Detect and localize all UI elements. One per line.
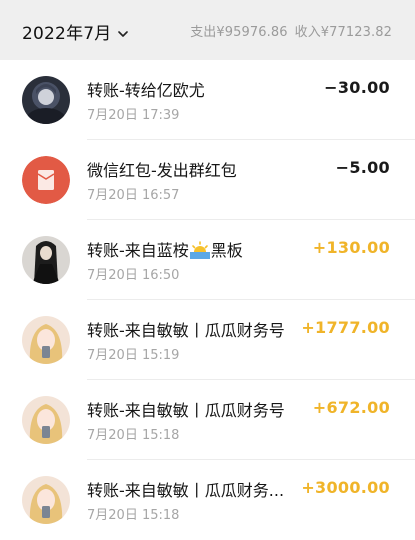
- title-text: 黑板: [210, 241, 243, 260]
- sunrise-icon: [189, 241, 210, 263]
- user-avatar: [22, 396, 70, 444]
- transaction-time: 7月20日 17:39: [87, 108, 180, 123]
- expense-total: 支出¥95976.86: [190, 25, 288, 40]
- user-avatar: [22, 236, 70, 284]
- transaction-amount: +1777.00: [301, 318, 390, 337]
- transaction-title: 转账-来自敏敏丨瓜瓜财务号: [87, 321, 285, 340]
- transaction-title: 微信红包-发出群红包: [87, 161, 237, 180]
- transaction-amount: +3000.00: [301, 478, 390, 497]
- transaction-row[interactable]: 转账-来自敏敏丨瓜瓜财务号 7月20日 15:19 +1777.00: [0, 300, 415, 380]
- title-text: 转账-来自蓝桉: [87, 241, 189, 260]
- user-avatar: [22, 316, 70, 364]
- user-avatar: [22, 76, 70, 124]
- transaction-title: 转账-来自蓝桉 黑板: [87, 237, 243, 263]
- transaction-title: 转账-来自敏敏丨瓜瓜财务号: [87, 401, 285, 420]
- transaction-amount: +672.00: [312, 398, 390, 417]
- bill-header: 2022年7月 支出¥95976.86 收入¥77123.82: [0, 0, 415, 60]
- transaction-title: 转账-来自敏敏丨瓜瓜财务...: [87, 481, 285, 500]
- transaction-time: 7月20日 15:18: [87, 508, 180, 523]
- transaction-list: 转账-转给亿欧尤 7月20日 17:39 −30.00 微信红包-发出群红包 7…: [0, 60, 415, 540]
- transaction-row[interactable]: 微信红包-发出群红包 7月20日 16:57 −5.00: [0, 140, 415, 220]
- red-packet-icon: [22, 156, 70, 204]
- transaction-time: 7月20日 15:19: [87, 348, 180, 363]
- transaction-row[interactable]: 转账-来自蓝桉 黑板 7月20日 16:50 +130.00: [0, 220, 415, 300]
- transaction-time: 7月20日 16:57: [87, 188, 180, 203]
- month-label: 2022年7月: [22, 23, 112, 44]
- transaction-row[interactable]: 转账-来自敏敏丨瓜瓜财务... 7月20日 15:18 +3000.00: [0, 460, 415, 540]
- transaction-amount: −30.00: [324, 78, 390, 97]
- transaction-title: 转账-转给亿欧尤: [87, 81, 205, 100]
- income-total: 收入¥77123.82: [294, 25, 392, 40]
- month-totals: 支出¥95976.86 收入¥77123.82: [190, 21, 392, 40]
- month-picker[interactable]: 2022年7月: [22, 18, 129, 44]
- user-avatar: [22, 476, 70, 524]
- transaction-time: 7月20日 16:50: [87, 268, 180, 283]
- transaction-row[interactable]: 转账-转给亿欧尤 7月20日 17:39 −30.00: [0, 60, 415, 140]
- transaction-amount: −5.00: [335, 158, 390, 177]
- transaction-time: 7月20日 15:18: [87, 428, 180, 443]
- transaction-amount: +130.00: [312, 238, 390, 257]
- chevron-down-icon: [117, 25, 129, 37]
- transaction-row[interactable]: 转账-来自敏敏丨瓜瓜财务号 7月20日 15:18 +672.00: [0, 380, 415, 460]
